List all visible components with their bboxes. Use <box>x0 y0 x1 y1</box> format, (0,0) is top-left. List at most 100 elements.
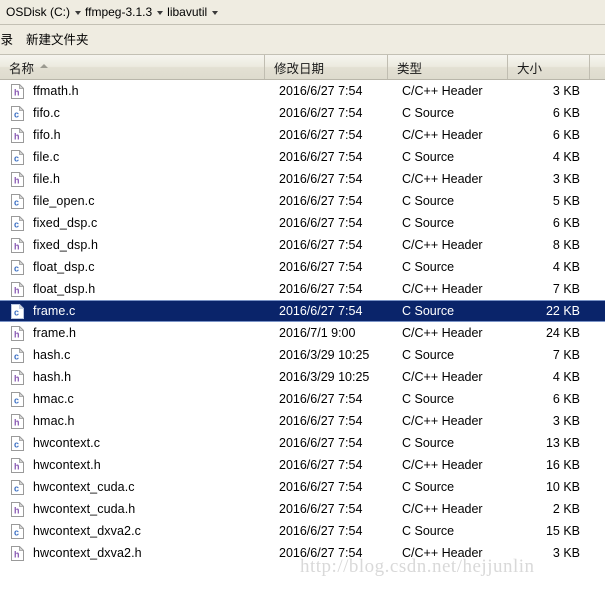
file-row[interactable]: c hmac.c 2016/6/27 7:54 C Source 6 KB <box>0 388 605 410</box>
file-row[interactable]: c fixed_dsp.c 2016/6/27 7:54 C Source 6 KB <box>0 212 605 234</box>
file-name-cell[interactable]: c file.c <box>0 149 265 165</box>
file-date-cell: 2016/6/27 7:54 <box>279 216 363 230</box>
breadcrumb-chevron-down-icon[interactable] <box>209 6 220 20</box>
file-size-cell: 6 KB <box>552 392 580 406</box>
file-name-cell[interactable]: h hmac.h <box>0 413 265 429</box>
file-row[interactable]: h hwcontext_cuda.h 2016/6/27 7:54 C/C++ Hea… <box>0 498 605 520</box>
address-bar[interactable]: OSDisk (C:) ffmpeg-3.1.3 libavutil <box>0 0 605 25</box>
file-row[interactable]: c fifo.c 2016/6/27 7:54 C Source 6 KB <box>0 102 605 124</box>
file-type-cell: C/C++ Header <box>402 326 483 340</box>
file-name-cell[interactable]: h hwcontext.h <box>0 457 265 473</box>
file-name-cell[interactable]: h fixed_dsp.h <box>0 237 265 253</box>
file-name-label: file.c <box>33 150 60 164</box>
breadcrumb-item-3[interactable]: libavutil <box>165 4 209 20</box>
file-c-icon: c <box>11 435 25 451</box>
file-size-cell: 6 KB <box>552 106 580 120</box>
file-name-cell[interactable]: c fixed_dsp.c <box>0 215 265 231</box>
column-header-type[interactable]: 类型 <box>388 55 508 79</box>
file-row[interactable]: h fifo.h 2016/6/27 7:54 C/C++ Header 6 KB <box>0 124 605 146</box>
file-name-cell[interactable]: h hwcontext_dxva2.h <box>0 545 265 561</box>
file-date-cell: 2016/6/27 7:54 <box>279 260 363 274</box>
file-name-label: hwcontext_dxva2.c <box>33 524 142 538</box>
file-size-cell: 13 KB <box>545 436 580 450</box>
file-name-cell[interactable]: c hwcontext_cuda.c <box>0 479 265 495</box>
file-h-icon: h <box>11 237 25 253</box>
file-name-cell[interactable]: c fifo.c <box>0 105 265 121</box>
file-type-cell: C Source <box>402 216 455 230</box>
file-row[interactable]: c float_dsp.c 2016/6/27 7:54 C Source 4 KB <box>0 256 605 278</box>
file-date-cell: 2016/6/27 7:54 <box>279 480 363 494</box>
file-row[interactable]: c file.c 2016/6/27 7:54 C Source 4 KB <box>0 146 605 168</box>
file-row[interactable]: c frame.c 2016/6/27 7:54 C Source 22 KB <box>0 300 605 322</box>
file-size-cell: 3 KB <box>552 172 580 186</box>
file-row[interactable]: c file_open.c 2016/6/27 7:54 C Source 5 KB <box>0 190 605 212</box>
file-row[interactable]: h hash.h 2016/3/29 10:25 C/C++ Header 4 KB <box>0 366 605 388</box>
file-name-cell[interactable]: h fifo.h <box>0 127 265 143</box>
breadcrumb-item-2[interactable]: ffmpeg-3.1.3 <box>83 4 154 20</box>
svg-text:c: c <box>14 153 19 163</box>
file-date-cell: 2016/6/27 7:54 <box>279 392 363 406</box>
svg-text:c: c <box>14 197 19 207</box>
file-row[interactable]: h hmac.h 2016/6/27 7:54 C/C++ Header 3 KB <box>0 410 605 432</box>
column-header-date[interactable]: 修改日期 <box>265 55 388 79</box>
svg-text:h: h <box>14 549 20 559</box>
file-row[interactable]: h hwcontext.h 2016/6/27 7:54 C/C++ Header 16… <box>0 454 605 476</box>
file-type-cell: C Source <box>402 348 455 362</box>
file-row[interactable]: c hwcontext_dxva2.c 2016/6/27 7:54 C Source… <box>0 520 605 542</box>
column-header-row[interactable]: 名称 修改日期 类型 大小 <box>0 55 605 80</box>
svg-text:c: c <box>14 351 19 361</box>
svg-text:c: c <box>14 307 19 317</box>
file-h-icon: h <box>11 369 25 385</box>
toolbar-button-1[interactable]: 刻录 <box>0 29 20 51</box>
file-name-cell[interactable]: c hwcontext_dxva2.c <box>0 523 265 539</box>
file-name-label: ffmath.h <box>33 84 79 98</box>
file-name-cell[interactable]: h float_dsp.h <box>0 281 265 297</box>
column-header-name[interactable]: 名称 <box>0 55 265 79</box>
file-name-cell[interactable]: h hash.h <box>0 369 265 385</box>
file-name-cell[interactable]: h hwcontext_cuda.h <box>0 501 265 517</box>
file-date-cell: 2016/6/27 7:54 <box>279 458 363 472</box>
file-row[interactable]: h ffmath.h 2016/6/27 7:54 C/C++ Header 3 KB <box>0 80 605 102</box>
file-size-cell: 3 KB <box>552 414 580 428</box>
file-size-cell: 4 KB <box>552 150 580 164</box>
file-row[interactable]: c hwcontext_cuda.c 2016/6/27 7:54 C Source 1… <box>0 476 605 498</box>
file-type-cell: C Source <box>402 150 455 164</box>
file-h-icon: h <box>11 171 25 187</box>
column-header-date-label: 修改日期 <box>274 61 325 76</box>
column-header-size[interactable]: 大小 <box>508 55 590 79</box>
file-name-cell[interactable]: h file.h <box>0 171 265 187</box>
file-row[interactable]: h hwcontext_dxva2.h 2016/6/27 7:54 C/C++ He… <box>0 542 605 561</box>
file-name-cell[interactable]: c hmac.c <box>0 391 265 407</box>
file-type-cell: C/C++ Header <box>402 370 483 384</box>
breadcrumb-item-1[interactable]: OSDisk (C:) <box>4 4 72 20</box>
file-name-cell[interactable]: h ffmath.h <box>0 83 265 99</box>
file-size-cell: 24 KB <box>545 326 580 340</box>
file-row[interactable]: c hwcontext.c 2016/6/27 7:54 C Source 13 KB <box>0 432 605 454</box>
toolbar-button-2[interactable]: 新建文件夹 <box>26 29 96 51</box>
svg-text:h: h <box>14 461 20 471</box>
file-row[interactable]: h fixed_dsp.h 2016/6/27 7:54 C/C++ Header 8 … <box>0 234 605 256</box>
file-type-cell: C/C++ Header <box>402 84 483 98</box>
file-name-cell[interactable]: c hwcontext.c <box>0 435 265 451</box>
breadcrumb-chevron-down-icon[interactable] <box>72 6 83 20</box>
file-name-label: hash.h <box>33 370 72 384</box>
file-name-cell[interactable]: c float_dsp.c <box>0 259 265 275</box>
file-row[interactable]: h file.h 2016/6/27 7:54 C/C++ Header 3 KB <box>0 168 605 190</box>
file-name-cell[interactable]: c frame.c <box>0 303 265 319</box>
file-list[interactable]: h ffmath.h 2016/6/27 7:54 C/C++ Header 3 KB c… <box>0 80 605 561</box>
file-h-icon: h <box>11 127 25 143</box>
file-type-cell: C/C++ Header <box>402 172 483 186</box>
file-row[interactable]: c hash.c 2016/3/29 10:25 C Source 7 KB <box>0 344 605 366</box>
file-name-cell[interactable]: h frame.h <box>0 325 265 341</box>
file-c-icon: c <box>11 149 25 165</box>
breadcrumb-chevron-down-icon[interactable] <box>154 6 165 20</box>
file-size-cell: 22 KB <box>545 304 580 318</box>
file-name-cell[interactable]: c hash.c <box>0 347 265 363</box>
file-row[interactable]: h float_dsp.h 2016/6/27 7:54 C/C++ Header 7 … <box>0 278 605 300</box>
command-toolbar[interactable]: 刻录新建文件夹 <box>0 25 605 55</box>
file-name-cell[interactable]: c file_open.c <box>0 193 265 209</box>
file-name-label: fifo.c <box>33 106 60 120</box>
file-size-cell: 4 KB <box>552 260 580 274</box>
file-row[interactable]: h frame.h 2016/7/1 9:00 C/C++ Header 24 KB <box>0 322 605 344</box>
file-date-cell: 2016/6/27 7:54 <box>279 414 363 428</box>
